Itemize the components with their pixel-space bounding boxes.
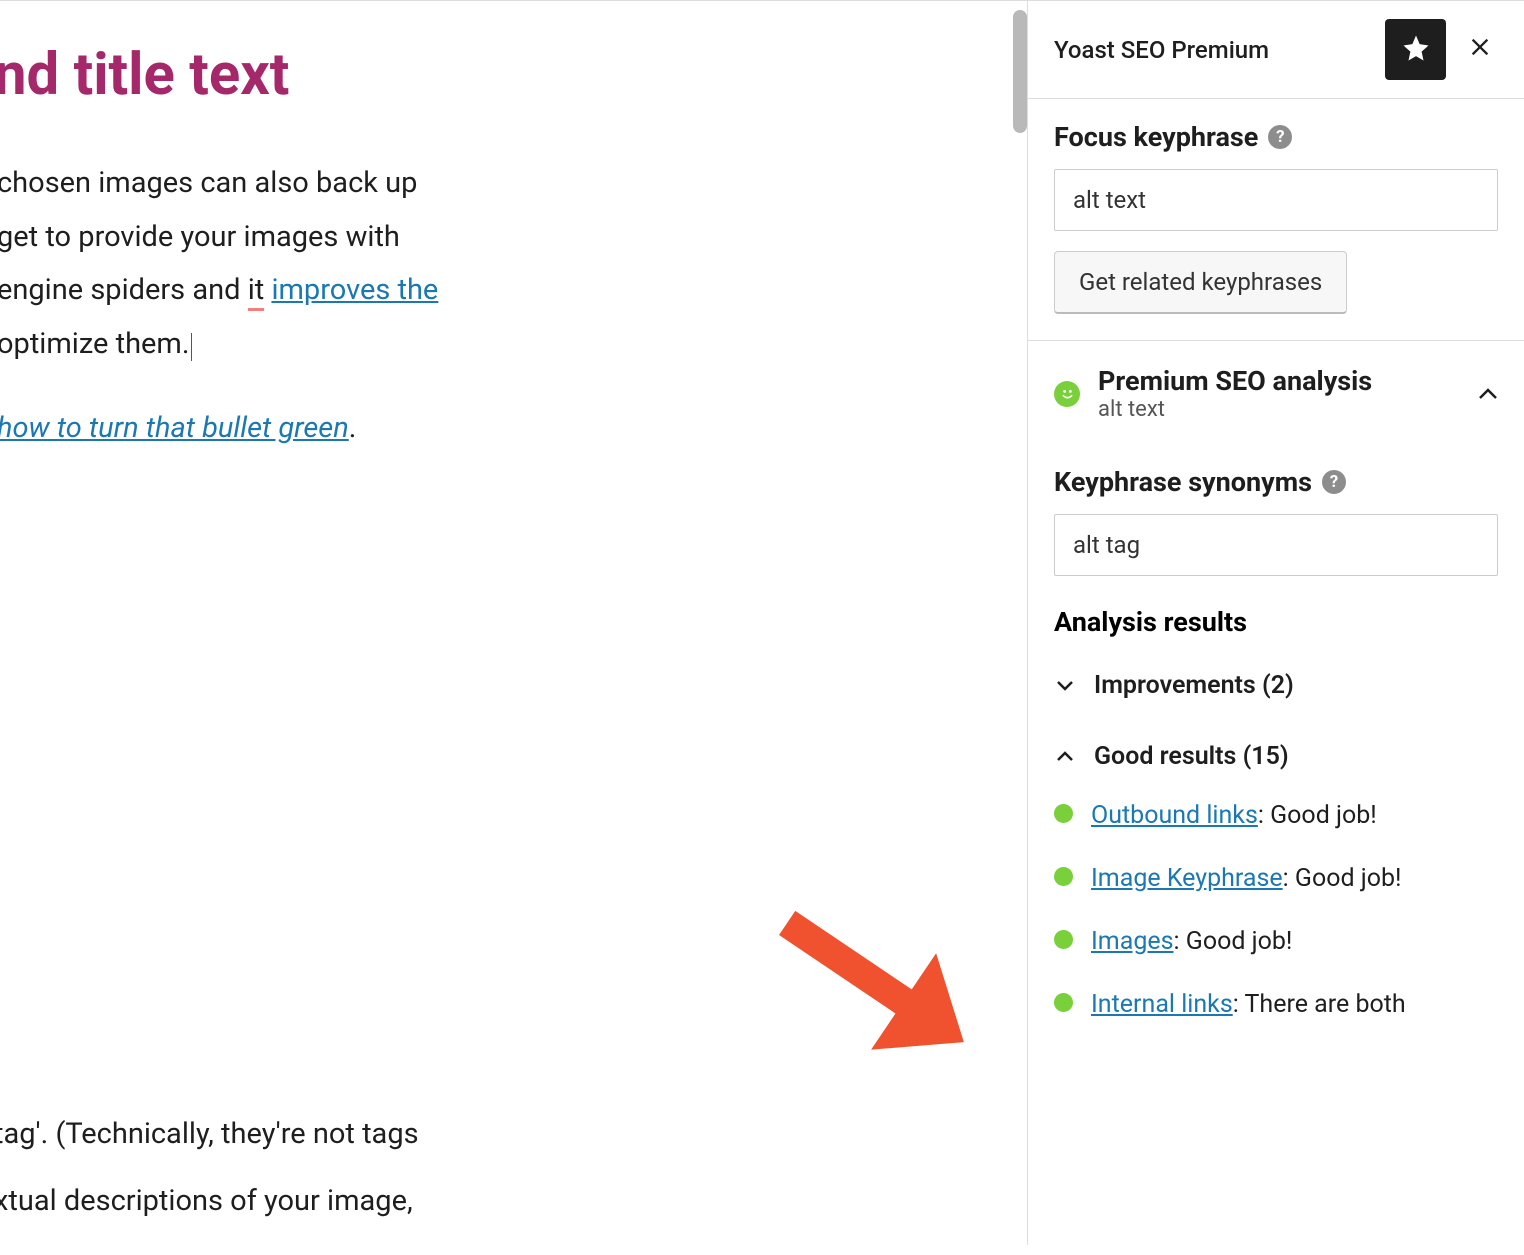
close-button[interactable] [1458, 28, 1502, 72]
scrollbar-thumb[interactable] [1013, 10, 1027, 133]
editor-text-line[interactable]: get to provide your images with [0, 220, 400, 254]
editor-text-spellcheck[interactable]: it [248, 273, 265, 307]
premium-analysis-subtitle: alt text [1098, 397, 1460, 422]
result-item: Images: Good job! [1028, 910, 1524, 973]
editor-link[interactable]: how to turn that bullet green [0, 411, 349, 445]
keyphrase-synonyms-input[interactable] [1054, 514, 1498, 576]
result-link[interactable]: Image Keyphrase [1091, 864, 1283, 893]
good-results-label: Good results (15) [1094, 742, 1289, 771]
result-text: : Good job! [1283, 864, 1402, 893]
result-text: : Good job! [1174, 927, 1293, 956]
keyphrase-synonyms-section: Keyphrase synonyms ? [1028, 446, 1524, 576]
result-text: : There are both [1233, 990, 1406, 1019]
bullet-good-icon [1054, 867, 1073, 886]
editor-text-line[interactable]: engine spiders and [0, 273, 248, 307]
chevron-down-icon [1054, 676, 1076, 695]
bullet-good-icon [1054, 804, 1073, 823]
result-item: Outbound links: Good job! [1028, 784, 1524, 847]
sidebar-title: Yoast SEO Premium [1054, 36, 1373, 64]
keyphrase-synonyms-label: Keyphrase synonyms [1054, 466, 1312, 498]
improvements-label: Improvements (2) [1094, 671, 1294, 700]
premium-seo-analysis-toggle[interactable]: Premium SEO analysis alt text [1028, 341, 1524, 446]
result-link[interactable]: Internal links [1091, 990, 1233, 1019]
editor-heading[interactable]: nd title text [0, 41, 1027, 109]
editor-text-line[interactable]: tag'. (Technically, they're not tags [0, 1108, 419, 1162]
star-icon [1401, 33, 1431, 67]
chevron-up-icon [1478, 381, 1498, 406]
focus-keyphrase-input[interactable] [1054, 169, 1498, 231]
premium-analysis-title: Premium SEO analysis [1098, 365, 1460, 397]
close-icon [1469, 35, 1491, 65]
yoast-sidebar: Yoast SEO Premium Focus keyphrase ? Get … [1027, 1, 1524, 1245]
editor-text-line[interactable]: optimize them. [0, 327, 190, 361]
focus-keyphrase-label: Focus keyphrase [1054, 121, 1258, 153]
star-button[interactable] [1385, 19, 1446, 80]
focus-keyphrase-section: Focus keyphrase ? Get related keyphrases [1028, 99, 1524, 341]
help-icon[interactable]: ? [1322, 470, 1346, 494]
analysis-results-title: Analysis results [1028, 576, 1524, 658]
help-icon[interactable]: ? [1268, 125, 1292, 149]
improvements-toggle[interactable]: Improvements (2) [1028, 658, 1524, 713]
result-link[interactable]: Images [1091, 927, 1174, 956]
smiley-icon [1054, 381, 1080, 407]
result-item: Image Keyphrase: Good job! [1028, 847, 1524, 910]
editor-text: . [349, 411, 357, 445]
sidebar-header: Yoast SEO Premium [1028, 1, 1524, 99]
result-link[interactable]: Outbound links [1091, 801, 1258, 830]
chevron-up-icon [1054, 747, 1076, 766]
result-text: : Good job! [1258, 801, 1377, 830]
editor-content[interactable]: nd title text chosen images can also bac… [0, 1, 1027, 1245]
scrollbar-track[interactable] [1013, 10, 1027, 1255]
bullet-good-icon [1054, 993, 1073, 1012]
editor-link[interactable]: improves the [271, 273, 438, 307]
text-cursor [191, 333, 192, 361]
result-item: Internal links: There are both [1028, 973, 1524, 1036]
editor-text-line[interactable]: xtual descriptions of your image, [0, 1175, 413, 1229]
bullet-good-icon [1054, 930, 1073, 949]
editor-text-line[interactable]: chosen images can also back up [0, 166, 417, 200]
get-related-keyphrases-button[interactable]: Get related keyphrases [1054, 251, 1347, 314]
good-results-toggle[interactable]: Good results (15) [1028, 729, 1524, 784]
